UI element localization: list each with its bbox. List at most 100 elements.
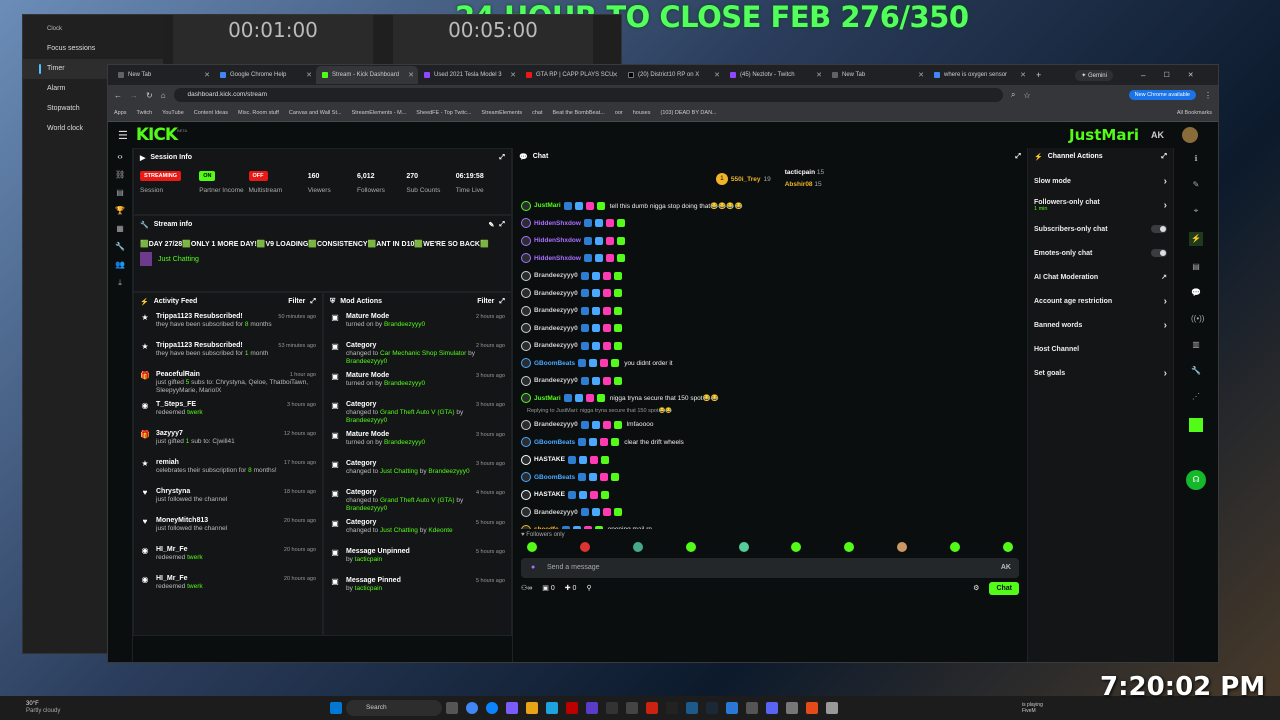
chat-username[interactable]: Brandeezyyy0 [534, 377, 578, 384]
close-icon[interactable]: ✕ [204, 71, 210, 79]
mod-action-by[interactable]: Kdeonte [428, 527, 452, 534]
broadcast-icon[interactable]: ((•)) [1191, 314, 1204, 324]
chat-message[interactable]: sheedfeopening mail rn [513, 521, 1027, 529]
activity-user[interactable]: T_Steps_FE [156, 401, 196, 409]
mic-icon[interactable]: ● [531, 558, 535, 578]
bookmark[interactable]: (103) DEAD BY DAN... [660, 110, 716, 116]
close-icon[interactable]: ✕ [816, 71, 822, 79]
emote-icon[interactable] [1002, 542, 1013, 552]
minimize-icon[interactable]: – [1141, 71, 1145, 80]
bookmark[interactable]: Canvas and Wall St... [289, 110, 342, 116]
browser-tab[interactable]: where is oxygen sensor ✕ [928, 66, 1030, 84]
popout-icon[interactable]: ⤢ [1015, 153, 1021, 161]
chat-message[interactable]: JustMari tell this dumb nigga stop doing … [513, 197, 1027, 215]
chat-username[interactable]: GBoomBeats [534, 474, 575, 481]
chat-username[interactable]: Brandeezyyy0 [534, 325, 578, 332]
chat-message[interactable]: Brandeezyyy0 lmfaoooo [513, 416, 1027, 434]
app-icon[interactable] [626, 702, 638, 714]
back-icon[interactable]: ← [114, 91, 122, 100]
popout-icon[interactable]: ⤢ [499, 154, 505, 162]
browser-tab[interactable]: Google Chrome Help ✕ [214, 66, 316, 84]
emote-icon[interactable] [738, 542, 749, 552]
browser-tab[interactable]: (20) District10 RP on X ✕ [622, 66, 724, 84]
chat-message[interactable]: HASTAKE [513, 486, 1027, 504]
activity-user[interactable]: Trippa1123 Resubscribed! [156, 342, 243, 350]
maximize-icon[interactable]: ☐ [1163, 71, 1169, 79]
emote-icon[interactable] [579, 542, 590, 552]
chevron-right-icon[interactable]: › [1164, 368, 1167, 379]
reload-icon[interactable]: ↻ [146, 91, 153, 100]
app-icon[interactable] [826, 702, 838, 714]
chevron-right-icon[interactable]: › [1164, 320, 1167, 331]
library-icon[interactable]: ▦ [115, 224, 125, 234]
search-icon[interactable]: ⌕ [1011, 90, 1015, 100]
browser-tab[interactable]: GTA RP | CAPP PLAYS SCU ✕ [520, 66, 622, 84]
chevron-right-icon[interactable]: › [1164, 296, 1167, 307]
chat-username[interactable]: GBoomBeats [534, 439, 575, 446]
chat-username[interactable]: Brandeezyyy0 [534, 509, 578, 516]
start-icon[interactable] [330, 702, 342, 714]
new-tab-icon[interactable]: + [1036, 70, 1041, 80]
popout-icon[interactable]: ⤢ [1161, 153, 1167, 161]
analytics-icon[interactable]: ▤ [115, 188, 125, 198]
chat-message[interactable]: HASTAKE [513, 451, 1027, 469]
chat-username[interactable]: Brandeezyyy0 [534, 272, 578, 279]
browser-tab[interactable]: New Tab ✕ [112, 66, 214, 84]
gemini-button[interactable]: ✦ Gemini [1075, 69, 1113, 81]
chat-message[interactable]: Brandeezyyy0 [513, 337, 1027, 355]
clipboard-icon[interactable]: ▤ [1191, 262, 1201, 272]
url-field[interactable]: dashboard.kick.com/stream [173, 88, 1003, 102]
emote-icon[interactable] [685, 542, 696, 552]
ak-icon[interactable]: AK [1151, 130, 1164, 140]
edit-icon[interactable]: ✎ [489, 221, 495, 229]
toggle-switch[interactable] [1151, 225, 1167, 233]
chat-username[interactable]: GBoomBeats [534, 360, 575, 367]
task-view-icon[interactable] [446, 702, 458, 714]
popout-icon[interactable]: ⤢ [499, 221, 505, 229]
send-chat-button[interactable]: Chat [989, 581, 1019, 595]
top-gifter[interactable]: tacticpain 15 [785, 167, 824, 179]
close-icon[interactable]: ✕ [714, 71, 720, 79]
emote-icon[interactable] [950, 542, 960, 552]
points-icon[interactable]: ▣ 0 [542, 584, 554, 592]
link-icon[interactable]: ⛓ [115, 170, 125, 180]
bookmark[interactable]: Beat the BombBeat... [552, 110, 604, 116]
activity-user[interactable]: Chrystyna [156, 488, 190, 496]
bookmark[interactable]: Misc. Room stuff [238, 110, 279, 116]
app-icon[interactable] [806, 702, 818, 714]
chat-message[interactable]: HiddenShxdow [513, 215, 1027, 233]
chevron-right-icon[interactable]: › [1164, 200, 1167, 211]
chat-username[interactable]: HASTAKE [534, 456, 565, 463]
close-icon[interactable]: ✕ [306, 71, 312, 79]
mod-action-category[interactable]: Just Chatting [380, 527, 418, 534]
top-gifter[interactable]: Abshir08 15 [785, 179, 824, 191]
app-icon[interactable] [506, 702, 518, 714]
popout-icon[interactable]: ⤢ [499, 298, 505, 306]
chat-username[interactable]: JustMari [534, 395, 561, 402]
chat-input[interactable]: ● Send a message AK [521, 558, 1019, 578]
filter-button[interactable]: Filter [477, 298, 494, 305]
mod-action-by[interactable]: Brandeezyyy0 [384, 380, 425, 387]
top-gifter[interactable]: 1 550i_Trey 19 [715, 173, 771, 185]
bolt-icon[interactable]: ⚡ [1189, 232, 1203, 246]
activity-user[interactable]: 3azyyy7 [156, 430, 183, 438]
activity-user[interactable]: HI_Mr_Fe [156, 546, 188, 554]
mod-action-by[interactable]: tacticpain [355, 556, 382, 563]
chat-username[interactable]: Brandeezyyy0 [534, 307, 578, 314]
activity-user[interactable]: Trippa1123 Resubscribed! [156, 313, 243, 321]
discord-icon[interactable] [766, 702, 778, 714]
bookmark[interactable]: SheedFE - Top Twitc... [416, 110, 471, 116]
activity-user[interactable]: HI_Mr_Fe [156, 575, 188, 583]
share-icon[interactable]: ⋰ [1191, 392, 1201, 402]
filter-button[interactable]: Filter [288, 298, 305, 305]
crosshair-icon[interactable]: ⌖ [1191, 206, 1201, 216]
emote-icon[interactable] [844, 542, 855, 552]
chrome-icon[interactable] [466, 702, 478, 714]
channel-action-item[interactable]: Host Channel [1028, 337, 1173, 361]
channel-action-item[interactable]: Banned words › [1028, 313, 1173, 337]
close-icon[interactable]: ✕ [408, 71, 414, 79]
close-window-icon[interactable]: ✕ [1188, 71, 1194, 79]
nav-focus-sessions[interactable]: Focus sessions [23, 39, 163, 59]
chat-username[interactable]: HiddenShxdow [534, 220, 581, 227]
chat-message[interactable]: JustMari nigga tryna secure that 150 spot… [513, 390, 1027, 408]
